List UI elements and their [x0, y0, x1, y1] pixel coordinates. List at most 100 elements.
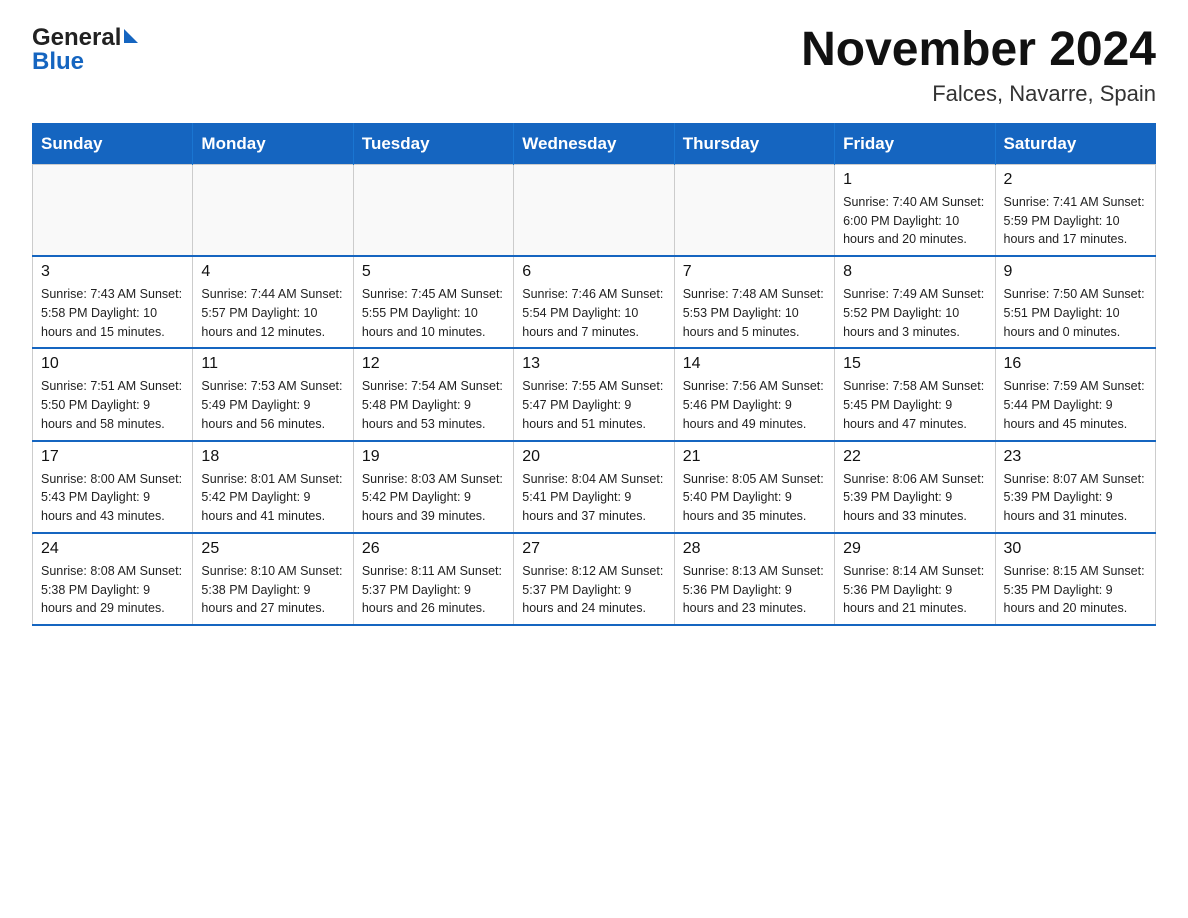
calendar-cell: 20 Sunrise: 8:04 AM Sunset: 5:41 PM Dayli… — [514, 441, 674, 533]
day-info: Sunrise: 7:46 AM Sunset: 5:54 PM Dayligh… — [522, 285, 665, 341]
day-header-wednesday: Wednesday — [514, 123, 674, 164]
day-info: Sunrise: 7:58 AM Sunset: 5:45 PM Dayligh… — [843, 377, 986, 433]
calendar-table: SundayMondayTuesdayWednesdayThursdayFrid… — [32, 123, 1156, 626]
day-number: 7 — [683, 263, 826, 281]
day-number: 10 — [41, 355, 184, 373]
day-info: Sunrise: 8:04 AM Sunset: 5:41 PM Dayligh… — [522, 470, 665, 526]
day-number: 29 — [843, 540, 986, 558]
day-number: 19 — [362, 448, 505, 466]
day-info: Sunrise: 8:08 AM Sunset: 5:38 PM Dayligh… — [41, 562, 184, 618]
day-number: 4 — [201, 263, 344, 281]
day-number: 17 — [41, 448, 184, 466]
day-info: Sunrise: 7:45 AM Sunset: 5:55 PM Dayligh… — [362, 285, 505, 341]
day-number: 18 — [201, 448, 344, 466]
day-header-sunday: Sunday — [33, 123, 193, 164]
logo: General Blue — [32, 24, 138, 76]
day-header-friday: Friday — [835, 123, 995, 164]
day-info: Sunrise: 7:43 AM Sunset: 5:58 PM Dayligh… — [41, 285, 184, 341]
calendar-cell: 2 Sunrise: 7:41 AM Sunset: 5:59 PM Daylig… — [995, 164, 1155, 256]
title-block: November 2024 Falces, Navarre, Spain — [801, 24, 1156, 107]
day-number: 8 — [843, 263, 986, 281]
day-info: Sunrise: 7:48 AM Sunset: 5:53 PM Dayligh… — [683, 285, 826, 341]
day-info: Sunrise: 7:59 AM Sunset: 5:44 PM Dayligh… — [1004, 377, 1147, 433]
calendar-cell: 18 Sunrise: 8:01 AM Sunset: 5:42 PM Dayli… — [193, 441, 353, 533]
calendar-cell: 11Sunrise: 7:53 AM Sunset: 5:49 PM Dayli… — [193, 348, 353, 440]
calendar-cell: 17 Sunrise: 8:00 AM Sunset: 5:43 PM Dayli… — [33, 441, 193, 533]
day-info: Sunrise: 8:00 AM Sunset: 5:43 PM Dayligh… — [41, 470, 184, 526]
day-info: Sunrise: 8:01 AM Sunset: 5:42 PM Dayligh… — [201, 470, 344, 526]
calendar-cell: 16 Sunrise: 7:59 AM Sunset: 5:44 PM Dayli… — [995, 348, 1155, 440]
calendar-cell: 8 Sunrise: 7:49 AM Sunset: 5:52 PM Daylig… — [835, 256, 995, 348]
calendar-cell: 15 Sunrise: 7:58 AM Sunset: 5:45 PM Dayli… — [835, 348, 995, 440]
calendar-cell — [193, 164, 353, 256]
day-header-saturday: Saturday — [995, 123, 1155, 164]
day-info: Sunrise: 7:44 AM Sunset: 5:57 PM Dayligh… — [201, 285, 344, 341]
day-number: 1 — [843, 171, 986, 189]
day-header-tuesday: Tuesday — [353, 123, 513, 164]
day-info: Sunrise: 8:03 AM Sunset: 5:42 PM Dayligh… — [362, 470, 505, 526]
calendar-cell: 19 Sunrise: 8:03 AM Sunset: 5:42 PM Dayli… — [353, 441, 513, 533]
day-number: 28 — [683, 540, 826, 558]
calendar-cell: 3 Sunrise: 7:43 AM Sunset: 5:58 PM Daylig… — [33, 256, 193, 348]
calendar-header: SundayMondayTuesdayWednesdayThursdayFrid… — [33, 123, 1156, 164]
calendar-cell: 26Sunrise: 8:11 AM Sunset: 5:37 PM Dayli… — [353, 533, 513, 625]
calendar-cell: 7 Sunrise: 7:48 AM Sunset: 5:53 PM Daylig… — [674, 256, 834, 348]
page-header: General Blue November 2024 Falces, Navar… — [32, 24, 1156, 107]
calendar-cell: 4 Sunrise: 7:44 AM Sunset: 5:57 PM Daylig… — [193, 256, 353, 348]
day-number: 30 — [1004, 540, 1147, 558]
day-info: Sunrise: 8:13 AM Sunset: 5:36 PM Dayligh… — [683, 562, 826, 618]
day-number: 2 — [1004, 171, 1147, 189]
calendar-cell: 5 Sunrise: 7:45 AM Sunset: 5:55 PM Daylig… — [353, 256, 513, 348]
calendar-cell — [353, 164, 513, 256]
calendar-cell: 29Sunrise: 8:14 AM Sunset: 5:36 PM Dayli… — [835, 533, 995, 625]
day-info: Sunrise: 7:49 AM Sunset: 5:52 PM Dayligh… — [843, 285, 986, 341]
logo-arrow-icon — [124, 29, 138, 43]
day-number: 13 — [522, 355, 665, 373]
day-number: 12 — [362, 355, 505, 373]
day-number: 6 — [522, 263, 665, 281]
day-info: Sunrise: 7:51 AM Sunset: 5:50 PM Dayligh… — [41, 377, 184, 433]
calendar-cell: 12 Sunrise: 7:54 AM Sunset: 5:48 PM Dayli… — [353, 348, 513, 440]
day-info: Sunrise: 8:12 AM Sunset: 5:37 PM Dayligh… — [522, 562, 665, 618]
calendar-cell: 14Sunrise: 7:56 AM Sunset: 5:46 PM Dayli… — [674, 348, 834, 440]
calendar-cell: 23 Sunrise: 8:07 AM Sunset: 5:39 PM Dayli… — [995, 441, 1155, 533]
calendar-cell: 21 Sunrise: 8:05 AM Sunset: 5:40 PM Dayli… — [674, 441, 834, 533]
calendar-cell: 1Sunrise: 7:40 AM Sunset: 6:00 PM Daylig… — [835, 164, 995, 256]
day-number: 21 — [683, 448, 826, 466]
day-info: Sunrise: 8:10 AM Sunset: 5:38 PM Dayligh… — [201, 562, 344, 618]
calendar-body: 1Sunrise: 7:40 AM Sunset: 6:00 PM Daylig… — [33, 164, 1156, 625]
day-info: Sunrise: 8:06 AM Sunset: 5:39 PM Dayligh… — [843, 470, 986, 526]
calendar-subtitle: Falces, Navarre, Spain — [801, 81, 1156, 107]
day-info: Sunrise: 7:50 AM Sunset: 5:51 PM Dayligh… — [1004, 285, 1147, 341]
calendar-cell: 9Sunrise: 7:50 AM Sunset: 5:51 PM Daylig… — [995, 256, 1155, 348]
day-info: Sunrise: 8:05 AM Sunset: 5:40 PM Dayligh… — [683, 470, 826, 526]
day-info: Sunrise: 7:55 AM Sunset: 5:47 PM Dayligh… — [522, 377, 665, 433]
day-header-thursday: Thursday — [674, 123, 834, 164]
day-number: 20 — [522, 448, 665, 466]
day-header-monday: Monday — [193, 123, 353, 164]
days-of-week-row: SundayMondayTuesdayWednesdayThursdayFrid… — [33, 123, 1156, 164]
calendar-cell: 10 Sunrise: 7:51 AM Sunset: 5:50 PM Dayli… — [33, 348, 193, 440]
day-number: 15 — [843, 355, 986, 373]
calendar-cell: 30 Sunrise: 8:15 AM Sunset: 5:35 PM Dayli… — [995, 533, 1155, 625]
calendar-week-5: 24Sunrise: 8:08 AM Sunset: 5:38 PM Dayli… — [33, 533, 1156, 625]
calendar-cell: 22 Sunrise: 8:06 AM Sunset: 5:39 PM Dayli… — [835, 441, 995, 533]
day-info: Sunrise: 7:41 AM Sunset: 5:59 PM Dayligh… — [1004, 193, 1147, 249]
day-number: 16 — [1004, 355, 1147, 373]
calendar-week-2: 3 Sunrise: 7:43 AM Sunset: 5:58 PM Daylig… — [33, 256, 1156, 348]
day-number: 11 — [201, 355, 344, 373]
day-info: Sunrise: 8:15 AM Sunset: 5:35 PM Dayligh… — [1004, 562, 1147, 618]
day-number: 27 — [522, 540, 665, 558]
calendar-cell: 24Sunrise: 8:08 AM Sunset: 5:38 PM Dayli… — [33, 533, 193, 625]
day-number: 22 — [843, 448, 986, 466]
day-info: Sunrise: 8:07 AM Sunset: 5:39 PM Dayligh… — [1004, 470, 1147, 526]
day-info: Sunrise: 7:54 AM Sunset: 5:48 PM Dayligh… — [362, 377, 505, 433]
calendar-cell: 28 Sunrise: 8:13 AM Sunset: 5:36 PM Dayli… — [674, 533, 834, 625]
calendar-cell: 27 Sunrise: 8:12 AM Sunset: 5:37 PM Dayli… — [514, 533, 674, 625]
logo-blue-text: Blue — [32, 48, 84, 76]
day-number: 5 — [362, 263, 505, 281]
day-number: 23 — [1004, 448, 1147, 466]
day-number: 3 — [41, 263, 184, 281]
calendar-cell: 6 Sunrise: 7:46 AM Sunset: 5:54 PM Daylig… — [514, 256, 674, 348]
calendar-week-3: 10 Sunrise: 7:51 AM Sunset: 5:50 PM Dayli… — [33, 348, 1156, 440]
